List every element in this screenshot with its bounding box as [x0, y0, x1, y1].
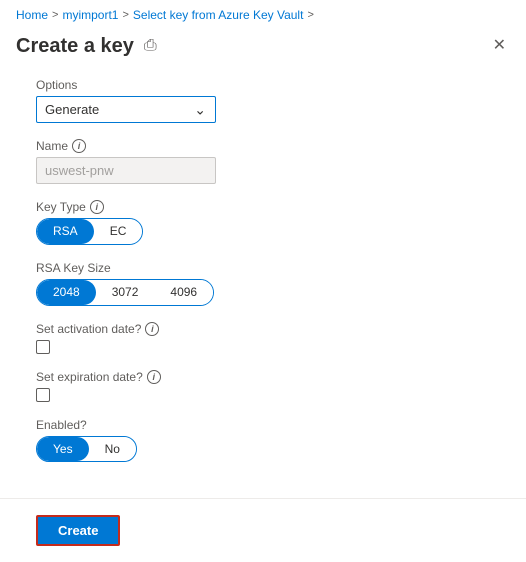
close-button[interactable]: ✕: [489, 34, 510, 58]
print-icon[interactable]: ⎙: [144, 37, 157, 55]
rsa-size-4096-button[interactable]: 4096: [154, 280, 213, 305]
rsa-size-3072-button[interactable]: 3072: [96, 280, 155, 305]
name-label: Name i: [36, 139, 490, 153]
options-select-wrapper: Generate: [36, 96, 216, 123]
key-type-toggle-group: RSA EC: [36, 218, 143, 245]
activation-date-checkbox-wrapper: [36, 340, 490, 354]
rsa-size-2048-button[interactable]: 2048: [37, 280, 96, 305]
options-label: Options: [36, 78, 490, 92]
activation-date-label: Set activation date? i: [36, 322, 490, 336]
panel-header: Create a key ⎙ ✕: [0, 26, 526, 58]
key-type-label-text: Key Type: [36, 200, 86, 214]
enabled-yes-button[interactable]: Yes: [37, 437, 89, 462]
expiration-date-label-text: Set expiration date?: [36, 370, 143, 384]
rsa-key-size-toggle-group: 2048 3072 4096: [36, 279, 214, 306]
breadcrumb-sep-1: >: [52, 9, 58, 21]
rsa-key-size-label: RSA Key Size: [36, 261, 490, 275]
activation-date-checkbox[interactable]: [36, 340, 50, 354]
key-type-group: Key Type i RSA EC: [36, 200, 490, 245]
enabled-label-text: Enabled?: [36, 418, 87, 432]
expiration-date-checkbox[interactable]: [36, 388, 50, 402]
name-info-icon[interactable]: i: [72, 139, 86, 153]
activation-date-info-icon[interactable]: i: [145, 322, 159, 336]
name-input[interactable]: [36, 157, 216, 184]
breadcrumb-sep-3: >: [307, 9, 313, 21]
enabled-group: Enabled? Yes No: [36, 418, 490, 463]
options-label-text: Options: [36, 78, 77, 92]
key-type-info-icon[interactable]: i: [90, 200, 104, 214]
expiration-date-group: Set expiration date? i: [36, 370, 490, 402]
panel-footer: Create: [0, 499, 526, 562]
enabled-no-button[interactable]: No: [89, 437, 136, 462]
rsa-key-size-label-text: RSA Key Size: [36, 261, 111, 275]
key-type-rsa-button[interactable]: RSA: [37, 219, 94, 244]
breadcrumb-sep-2: >: [122, 9, 128, 21]
key-type-ec-button[interactable]: EC: [94, 219, 143, 244]
activation-date-label-text: Set activation date?: [36, 322, 141, 336]
create-button[interactable]: Create: [36, 515, 120, 546]
breadcrumb-home[interactable]: Home: [16, 8, 48, 22]
expiration-date-info-icon[interactable]: i: [147, 370, 161, 384]
enabled-label: Enabled?: [36, 418, 490, 432]
enabled-toggle-group: Yes No: [36, 436, 137, 463]
options-group: Options Generate: [36, 78, 490, 123]
breadcrumb: Home > myimport1 > Select key from Azure…: [0, 0, 526, 26]
breadcrumb-myimport[interactable]: myimport1: [62, 8, 118, 22]
expiration-date-checkbox-wrapper: [36, 388, 490, 402]
name-label-text: Name: [36, 139, 68, 153]
name-group: Name i: [36, 139, 490, 184]
expiration-date-label: Set expiration date? i: [36, 370, 490, 384]
page-title: Create a key: [16, 35, 134, 58]
create-key-panel: Home > myimport1 > Select key from Azure…: [0, 0, 526, 562]
rsa-key-size-group: RSA Key Size 2048 3072 4096: [36, 261, 490, 306]
activation-date-group: Set activation date? i: [36, 322, 490, 354]
panel-title-row: Create a key ⎙: [16, 35, 157, 58]
breadcrumb-select-key[interactable]: Select key from Azure Key Vault: [133, 8, 304, 22]
options-select[interactable]: Generate: [36, 96, 216, 123]
panel-content: Options Generate Name i Key Type i RS: [0, 58, 526, 498]
key-type-label: Key Type i: [36, 200, 490, 214]
